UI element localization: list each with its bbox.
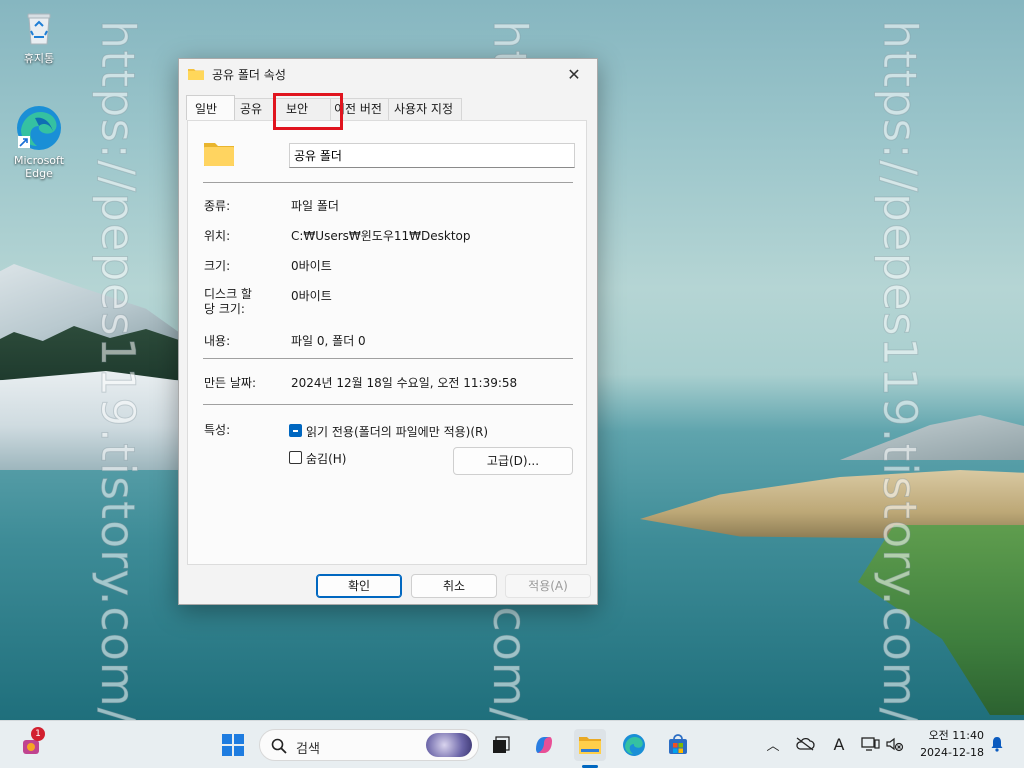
hidden-checkbox[interactable] (289, 451, 302, 464)
size-on-disk-label: 디스크 할 당 크기: (204, 287, 284, 317)
size-on-disk-label-line1: 디스크 할 (204, 287, 252, 301)
edge-icon (623, 734, 645, 756)
taskbar-search-box[interactable]: 검색 (259, 729, 479, 761)
desktop-icon-edge[interactable]: Microsoft Edge (7, 104, 71, 180)
task-view-button[interactable] (485, 729, 517, 761)
size-value: 0바이트 (291, 259, 332, 273)
ime-a-icon: A (833, 734, 845, 754)
desktop-icon-recycle-bin[interactable]: 휴지통 (7, 8, 71, 66)
desktop-icon-label: Microsoft Edge (13, 154, 65, 180)
readonly-label[interactable]: 읽기 전용(폴더의 파일에만 적용)(R) (306, 423, 488, 440)
tab-general[interactable]: 일반 (186, 95, 235, 120)
edge-taskbar-button[interactable] (618, 729, 650, 761)
show-hidden-icons-button[interactable]: ︿ (762, 733, 784, 755)
dialog-title: 공유 폴더 속성 (212, 67, 286, 82)
attributes-label: 특성: (204, 423, 231, 437)
edge-icon (15, 104, 63, 152)
taskbar: 1 검색 ︿ A 오전 11:40 2024-12-18 (0, 720, 1024, 768)
advanced-button[interactable]: 고급(D)... (453, 447, 573, 475)
size-on-disk-value: 0바이트 (291, 289, 332, 303)
bell-icon (991, 737, 1003, 752)
notifications-button[interactable] (986, 733, 1008, 755)
search-icon (271, 738, 287, 754)
general-tab-panel: 종류: 파일 폴더 위치: C:₩Users₩윈도우11₩Desktop 크기:… (187, 120, 587, 565)
chevron-up-icon: ︿ (766, 738, 780, 754)
separator (203, 358, 573, 359)
security-tab-highlight (273, 93, 343, 130)
desktop-icon-label: 휴지통 (23, 52, 55, 65)
volume-muted-icon (886, 737, 904, 752)
size-on-disk-label-line2: 당 크기: (204, 302, 245, 316)
contents-label: 내용: (204, 334, 231, 348)
notification-badge: 1 (31, 727, 45, 741)
tab-sharing[interactable]: 공유 (234, 98, 274, 120)
start-button[interactable] (217, 729, 249, 761)
store-button[interactable] (662, 729, 694, 761)
hidden-label[interactable]: 숨김(H) (306, 450, 346, 467)
close-icon: ✕ (567, 64, 581, 84)
separator (203, 404, 573, 405)
tab-customize[interactable]: 사용자 지정 (388, 98, 462, 120)
apply-button[interactable]: 적용(A) (505, 574, 591, 598)
close-button[interactable]: ✕ (551, 59, 597, 89)
recycle-bin-icon (19, 8, 59, 48)
folder-name-input[interactable] (289, 143, 575, 168)
large-folder-icon (204, 141, 234, 169)
type-value: 파일 폴더 (291, 199, 339, 213)
properties-dialog: 공유 폴더 속성 ✕ 일반 공유 보안 이전 버전 사용자 지정 종류: 파일 … (178, 58, 598, 605)
onedrive-tray-button[interactable] (794, 733, 816, 755)
network-tray-button[interactable] (860, 733, 882, 755)
cloud-offline-icon (796, 737, 815, 751)
location-label: 위치: (204, 229, 231, 243)
dialog-titlebar[interactable]: 공유 폴더 속성 (179, 59, 597, 89)
clock-time: 오전 11:40 (928, 729, 984, 742)
contents-value: 파일 0, 폴더 0 (291, 334, 366, 348)
search-placeholder: 검색 (296, 742, 320, 757)
copilot-button[interactable] (528, 729, 560, 761)
taskbar-clock[interactable]: 오전 11:40 2024-12-18 (918, 727, 984, 761)
type-label: 종류: (204, 199, 231, 213)
clock-date: 2024-12-18 (920, 746, 984, 759)
created-value: 2024년 12월 18일 수요일, 오전 11:39:58 (291, 376, 518, 390)
wallpaper-green-shore (858, 525, 1024, 715)
separator (203, 182, 573, 183)
copilot-icon (536, 737, 552, 753)
cancel-button[interactable]: 취소 (411, 574, 497, 598)
store-icon (669, 734, 687, 754)
file-explorer-icon (579, 737, 601, 754)
ime-indicator[interactable]: A (828, 733, 850, 755)
size-label: 크기: (204, 259, 231, 273)
readonly-checkbox[interactable] (289, 424, 302, 437)
file-explorer-button[interactable] (574, 729, 606, 761)
created-label: 만든 날짜: (204, 376, 257, 390)
folder-icon (188, 68, 204, 80)
wallpaper-mountain-right (840, 415, 1024, 460)
widgets-button[interactable]: 1 (16, 727, 48, 761)
network-icon (861, 737, 880, 751)
windows-logo-icon (222, 734, 244, 756)
search-highlight-image (426, 733, 472, 757)
ok-button[interactable]: 확인 (316, 574, 402, 598)
task-view-icon (493, 736, 510, 753)
location-value: C:₩Users₩윈도우11₩Desktop (291, 229, 471, 243)
volume-tray-button[interactable] (884, 733, 906, 755)
